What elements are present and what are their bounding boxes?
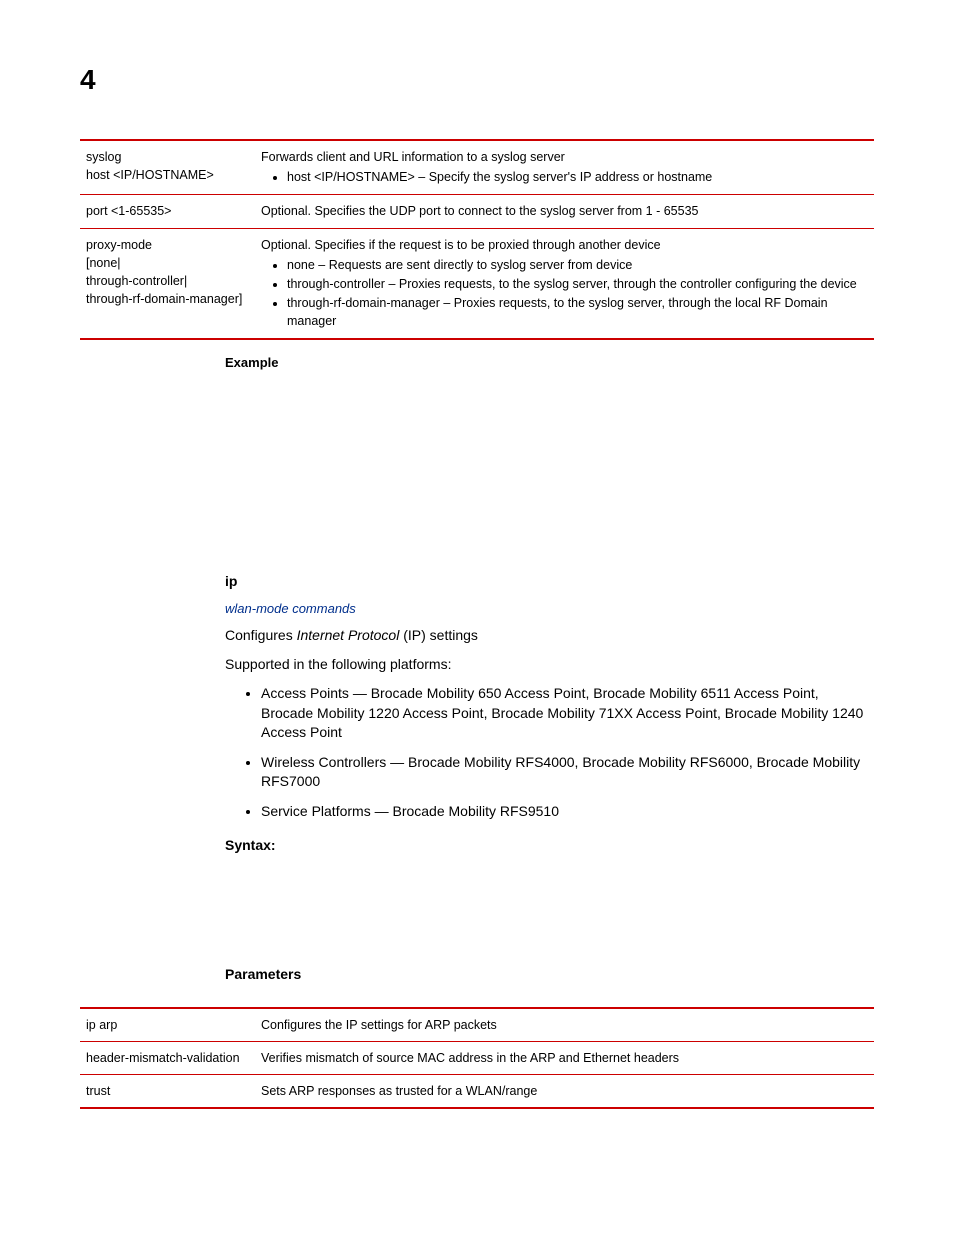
desc-cell: Verifies mismatch of source MAC address … bbox=[255, 1041, 874, 1074]
table-row: port <1-65535> Optional. Specifies the U… bbox=[80, 195, 874, 228]
ip-description: Configures Internet Protocol (IP) settin… bbox=[225, 626, 874, 645]
param-cell: header-mismatch-validation bbox=[80, 1041, 255, 1074]
desc-cell: Optional. Specifies the UDP port to conn… bbox=[255, 195, 874, 228]
desc-cell: Forwards client and URL information to a… bbox=[255, 140, 874, 195]
list-item: Access Points — Brocade Mobility 650 Acc… bbox=[261, 684, 874, 743]
param-cell: port <1-65535> bbox=[80, 195, 255, 228]
parameter-table-ip: ip arp Configures the IP settings for AR… bbox=[80, 1007, 874, 1109]
param-cell: proxy-mode [none| through-controller| th… bbox=[80, 228, 255, 339]
param-cell: trust bbox=[80, 1074, 255, 1108]
list-item: Service Platforms — Brocade Mobility RFS… bbox=[261, 802, 874, 822]
supported-text: Supported in the following platforms: bbox=[225, 655, 874, 674]
syntax-heading: Syntax: bbox=[225, 836, 874, 856]
chapter-number: 4 bbox=[80, 60, 874, 99]
desc-cell: Sets ARP responses as trusted for a WLAN… bbox=[255, 1074, 874, 1108]
ip-heading: ip bbox=[225, 572, 874, 592]
param-cell: ip arp bbox=[80, 1008, 255, 1042]
desc-cell: Optional. Specifies if the request is to… bbox=[255, 228, 874, 339]
param-cell: syslog host <IP/HOSTNAME> bbox=[80, 140, 255, 195]
table-row: trust Sets ARP responses as trusted for … bbox=[80, 1074, 874, 1108]
parameter-table-syslog: syslog host <IP/HOSTNAME> Forwards clien… bbox=[80, 139, 874, 340]
platform-list: Access Points — Brocade Mobility 650 Acc… bbox=[225, 684, 874, 822]
table-row: header-mismatch-validation Verifies mism… bbox=[80, 1041, 874, 1074]
table-row: syslog host <IP/HOSTNAME> Forwards clien… bbox=[80, 140, 874, 195]
wlan-mode-link[interactable]: wlan-mode commands bbox=[225, 600, 874, 618]
example-heading: Example bbox=[225, 354, 874, 372]
desc-cell: Configures the IP settings for ARP packe… bbox=[255, 1008, 874, 1042]
table-row: proxy-mode [none| through-controller| th… bbox=[80, 228, 874, 339]
table-row: ip arp Configures the IP settings for AR… bbox=[80, 1008, 874, 1042]
list-item: Wireless Controllers — Brocade Mobility … bbox=[261, 753, 874, 792]
parameters-heading: Parameters bbox=[225, 965, 874, 985]
